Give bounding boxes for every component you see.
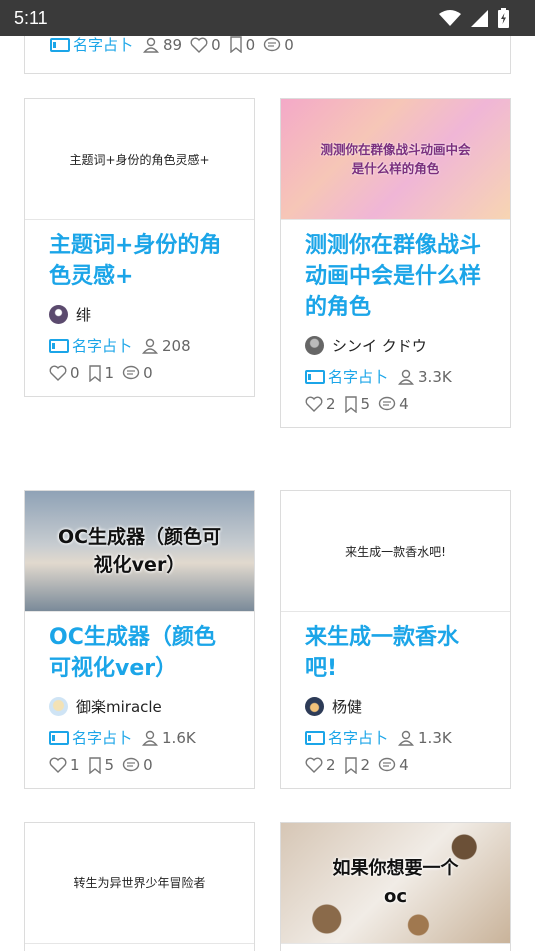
card-title[interactable]: 来生成一款香水吧! — [305, 622, 486, 684]
user-count: 1.6K — [142, 729, 196, 747]
category-tag[interactable]: 名字占卜 — [50, 36, 133, 55]
feed-scroll[interactable]: 名字占卜 89 0 0 0 主题词+身份的角色灵感+ 主题词+身份的角色灵感+ — [0, 36, 535, 951]
status-time: 5:11 — [14, 7, 48, 28]
quiz-card[interactable]: 转生为异世界少年冒险者 — [24, 822, 255, 951]
tag-icon — [49, 730, 69, 745]
bookmark-icon — [229, 36, 242, 53]
card-thumbnail[interactable]: 来生成一款香水吧! — [281, 491, 510, 612]
quiz-card[interactable]: 如果你想要一个oc — [280, 822, 511, 951]
tag-label: 名字占卜 — [72, 337, 133, 355]
wifi-icon — [439, 10, 461, 26]
category-tag[interactable]: 名字占卜 — [49, 335, 132, 356]
category-tag[interactable]: 名字占卜 — [49, 727, 132, 748]
quiz-card[interactable]: 主题词+身份的角色灵感+ 主题词+身份的角色灵感+ 绯 名字占卜 208 0 1 — [24, 98, 255, 397]
author[interactable]: 杨健 — [305, 696, 486, 717]
like-count[interactable]: 2 — [305, 395, 336, 413]
tag-label: 名字占卜 — [328, 368, 389, 386]
card-title[interactable]: OC生成器（颜色可视化ver） — [49, 622, 230, 684]
bookmark-icon — [344, 395, 357, 413]
bookmark-count[interactable]: 2 — [344, 756, 370, 774]
avatar — [305, 697, 324, 716]
category-tag[interactable]: 名字占卜 — [305, 366, 388, 387]
signal-icon — [471, 9, 488, 27]
tag-icon — [50, 37, 70, 52]
battery-icon — [498, 8, 509, 28]
avatar — [305, 336, 324, 355]
tag-label: 名字占卜 — [73, 36, 134, 54]
user-icon — [143, 37, 159, 53]
comment-count[interactable]: 4 — [378, 756, 409, 774]
card-thumbnail[interactable]: OC生成器（颜色可视化ver） — [25, 491, 254, 612]
comment-icon — [378, 757, 396, 772]
category-tag[interactable]: 名字占卜 — [305, 727, 388, 748]
bookmark-icon — [344, 756, 357, 774]
user-count: 89 — [143, 36, 182, 54]
author-name: 御楽miracle — [76, 698, 162, 716]
comment-icon — [378, 396, 396, 411]
heart-icon — [305, 757, 323, 773]
status-bar: 5:11 — [0, 0, 535, 36]
user-icon — [142, 730, 158, 746]
like-count[interactable]: 0 — [49, 364, 80, 382]
tag-label: 名字占卜 — [72, 729, 133, 747]
comment-count[interactable]: 4 — [378, 395, 409, 413]
like-count: 0 — [190, 36, 221, 54]
bookmark-count: 0 — [229, 36, 255, 54]
comment-count[interactable]: 0 — [122, 364, 153, 382]
tag-icon — [305, 369, 325, 384]
quiz-card[interactable]: OC生成器（颜色可视化ver） OC生成器（颜色可视化ver） 御楽miracl… — [24, 490, 255, 789]
user-icon — [142, 338, 158, 354]
tag-icon — [305, 730, 325, 745]
comment-count: 0 — [263, 36, 294, 54]
avatar — [49, 697, 68, 716]
comment-icon — [122, 757, 140, 772]
author[interactable]: シンイ クドウ — [305, 335, 486, 356]
card-title[interactable]: 主题词+身份的角色灵感+ — [49, 230, 230, 292]
avatar — [49, 305, 68, 324]
card-thumbnail[interactable]: 测测你在群像战斗动画中会是什么样的角色 — [281, 99, 510, 220]
tag-icon — [49, 338, 69, 353]
bookmark-count[interactable]: 1 — [88, 364, 114, 382]
card-thumbnail[interactable]: 转生为异世界少年冒险者 — [25, 823, 254, 944]
heart-icon — [305, 396, 323, 412]
like-count[interactable]: 1 — [49, 756, 80, 774]
card-title[interactable]: 测测你在群像战斗动画中会是什么样的角色 — [305, 230, 486, 323]
author-name: 杨健 — [332, 698, 363, 716]
author-name: シンイ クドウ — [332, 337, 427, 355]
user-count: 208 — [142, 337, 191, 355]
bookmark-icon — [88, 364, 101, 382]
comment-icon — [264, 37, 281, 51]
comment-icon — [122, 365, 140, 380]
card-thumbnail[interactable]: 主题词+身份的角色灵感+ — [25, 99, 254, 220]
like-count[interactable]: 2 — [305, 756, 336, 774]
card-thumbnail[interactable]: 如果你想要一个oc — [281, 823, 510, 944]
tag-label: 名字占卜 — [328, 729, 389, 747]
bookmark-icon — [88, 756, 101, 774]
card-partial-top[interactable]: 名字占卜 89 0 0 0 — [24, 36, 511, 74]
author[interactable]: 御楽miracle — [49, 696, 230, 717]
author[interactable]: 绯 — [49, 304, 230, 325]
quiz-card[interactable]: 来生成一款香水吧! 来生成一款香水吧! 杨健 名字占卜 1.3K 2 2 4 — [280, 490, 511, 789]
heart-icon — [49, 757, 67, 773]
user-count: 3.3K — [398, 368, 452, 386]
user-count: 1.3K — [398, 729, 452, 747]
author-name: 绯 — [76, 306, 92, 324]
system-icons — [439, 8, 509, 28]
user-icon — [398, 369, 414, 385]
heart-icon — [49, 365, 67, 381]
bookmark-count[interactable]: 5 — [88, 756, 114, 774]
quiz-card[interactable]: 测测你在群像战斗动画中会是什么样的角色 测测你在群像战斗动画中会是什么样的角色 … — [280, 98, 511, 428]
heart-icon — [190, 37, 208, 53]
bookmark-count[interactable]: 5 — [344, 395, 370, 413]
comment-count[interactable]: 0 — [122, 756, 153, 774]
user-icon — [398, 730, 414, 746]
